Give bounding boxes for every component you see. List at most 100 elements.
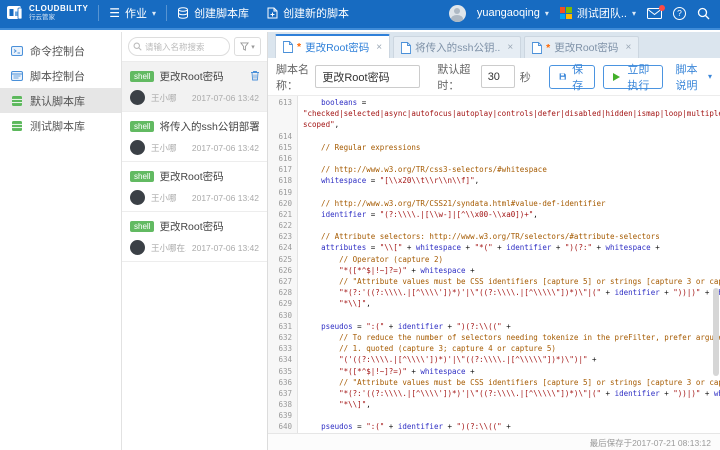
top-navbar: CLOUDBILITY 行云管家 ☰ 作业 ▾ 创建脚本库 创建新的脚本 yua… xyxy=(0,0,720,30)
create-script-button[interactable]: 创建新的脚本 xyxy=(267,5,349,21)
terminal-icon xyxy=(11,45,23,57)
user-menu[interactable]: yuangaoqing ▾ xyxy=(477,7,549,19)
modified-time: 2017-07-06 13:42 xyxy=(192,143,259,153)
script-title: 更改Root密码 xyxy=(159,69,223,84)
run-label: 立即执行 xyxy=(624,61,652,93)
author-name: 王小哪在.. xyxy=(151,242,186,254)
close-icon[interactable]: × xyxy=(625,42,631,53)
code-line: attributes = "\\[" + whitespace + "*(" +… xyxy=(303,242,720,253)
editor-scrollbar[interactable] xyxy=(713,288,719,376)
line-number: 621 xyxy=(268,209,292,220)
line-number: 639 xyxy=(268,410,292,421)
sidebar-item-default-library[interactable]: 默认脚本库 xyxy=(0,88,121,113)
code-line xyxy=(303,131,720,142)
code-line xyxy=(303,220,720,231)
script-type-badge: shell xyxy=(130,121,154,132)
team-switcher[interactable]: 测试团队.. ▾ xyxy=(560,5,636,21)
tab-label: 更改Root密码 xyxy=(305,40,369,55)
code-line: scoped", xyxy=(303,119,720,130)
modified-time: 2017-07-06 13:42 xyxy=(192,243,259,253)
messages-button[interactable] xyxy=(647,8,662,19)
code-line: "checked|selected|async|autofocus|autopl… xyxy=(303,108,720,119)
script-list-panel: ▾ shell更改Root密码王小哪2017-07-06 13:42shell将… xyxy=(122,32,268,450)
code-line xyxy=(303,187,720,198)
script-list-item[interactable]: shell更改Root密码王小哪2017-07-06 13:42 xyxy=(122,62,267,112)
code-line: identifier = "(?:\\\\.|[\\w-]|[^\\x00-\\… xyxy=(303,209,720,220)
search-icon[interactable] xyxy=(697,7,710,20)
close-icon[interactable]: × xyxy=(507,42,513,53)
create-script-label: 创建新的脚本 xyxy=(283,5,349,21)
code-line: // http://www.w3.org/TR/css3-selectors/#… xyxy=(303,164,720,175)
script-meta: 王小哪2017-07-06 13:42 xyxy=(130,190,259,205)
code-line: "('((?:\\\\.|[^\\\\'])*)'|\"((?:\\\\.|[^… xyxy=(303,354,720,365)
sidebar-item-test-library[interactable]: 测试脚本库 xyxy=(0,113,121,138)
notification-badge xyxy=(659,5,665,11)
tab-2[interactable]: * 更改Root密码 × xyxy=(524,36,639,58)
code-line: // Operator (capture 2) xyxy=(303,254,720,265)
script-list-item[interactable]: shell更改Root密码王小哪2017-07-06 13:42 xyxy=(122,162,267,212)
script-name-input[interactable] xyxy=(315,65,420,88)
brand-name: CLOUDBILITY xyxy=(29,5,88,13)
script-title: 更改Root密码 xyxy=(159,219,223,234)
script-description-link[interactable]: 脚本说明 ▾ xyxy=(676,61,713,93)
caret-down-icon: ▾ xyxy=(251,43,255,51)
tab-label: 更改Root密码 xyxy=(554,40,618,55)
code-line: whitespace = "[\\x20\\t\\r\\n\\f]", xyxy=(303,175,720,186)
timeout-unit: 秒 xyxy=(520,69,531,85)
close-icon[interactable]: × xyxy=(376,42,382,53)
modified-time: 2017-07-06 13:42 xyxy=(192,93,259,103)
help-icon[interactable]: ? xyxy=(673,7,686,20)
username: yuangaoqing xyxy=(477,7,540,19)
brand[interactable]: CLOUDBILITY 行云管家 xyxy=(6,4,88,22)
sidebar-item-command-console[interactable]: 命令控制台 xyxy=(0,38,121,63)
tab-0[interactable]: *更改Root密码× xyxy=(275,34,390,58)
script-type-badge: shell xyxy=(130,221,154,232)
code-line: // Attribute selectors: http://www.w3.or… xyxy=(303,231,720,242)
code-line: "*([*^$|!~]?=)" + whitespace + xyxy=(303,366,720,377)
script-list-item[interactable]: shell将传入的ssh公钥部署从指..王小哪2017-07-06 13:42 xyxy=(122,112,267,162)
tab-1[interactable]: 将传入的ssh公钥..× xyxy=(393,36,521,58)
run-button[interactable]: 立即执行 xyxy=(603,65,662,89)
author-name: 王小哪 xyxy=(151,192,177,204)
search-input[interactable] xyxy=(128,37,230,56)
timeout-input[interactable] xyxy=(481,65,515,88)
sidebar-item-script-console[interactable]: 脚本控制台 xyxy=(0,63,121,88)
line-number: 626 xyxy=(268,265,292,276)
code-editor[interactable]: 6136146156166176186196206216226236246256… xyxy=(268,96,720,433)
file-icon xyxy=(283,41,293,53)
code-line: // To reduce the number of selectors nee… xyxy=(303,332,720,343)
divider xyxy=(166,5,167,21)
line-number: 630 xyxy=(268,310,292,321)
line-number: 620 xyxy=(268,198,292,209)
menu-jobs[interactable]: ☰ 作业 ▾ xyxy=(109,5,156,21)
line-number: 633 xyxy=(268,343,292,354)
script-list: shell更改Root密码王小哪2017-07-06 13:42shell将传入… xyxy=(122,62,267,262)
code-area[interactable]: booleans ="checked|selected|async|autofo… xyxy=(298,96,720,433)
create-library-button[interactable]: 创建脚本库 xyxy=(177,5,249,21)
sidebar-item-label: 脚本控制台 xyxy=(30,68,85,84)
line-number: 629 xyxy=(268,298,292,309)
script-meta: 王小哪在.. 2017-07-06 13:42 xyxy=(130,240,259,255)
main-panel: *更改Root密码×将传入的ssh公钥..×*更改Root密码× 脚本名称： 默… xyxy=(268,32,720,450)
code-line: "*\\]", xyxy=(303,399,720,410)
author-name: 王小哪 xyxy=(151,92,177,104)
line-number: 634 xyxy=(268,354,292,365)
author-name: 王小哪 xyxy=(151,142,177,154)
script-type-badge: shell xyxy=(130,171,154,182)
save-button[interactable]: 保存 xyxy=(549,65,595,89)
code-line: // "Attribute values must be CSS identif… xyxy=(303,276,720,287)
unsaved-indicator: * xyxy=(546,42,550,54)
brand-subtitle: 行云管家 xyxy=(29,15,88,22)
user-avatar[interactable] xyxy=(449,5,466,22)
line-number: 638 xyxy=(268,399,292,410)
line-number: 616 xyxy=(268,153,292,164)
code-line: booleans = xyxy=(303,97,720,108)
new-script-icon xyxy=(267,7,278,19)
line-number xyxy=(268,119,292,130)
trash-icon[interactable] xyxy=(250,70,260,81)
script-list-item[interactable]: shell 更改Root密码王小哪在.. 2017-07-06 13:42 xyxy=(122,212,267,262)
menu-jobs-label: 作业 xyxy=(125,5,147,21)
author-avatar xyxy=(130,190,145,205)
filter-button[interactable]: ▾ xyxy=(234,37,261,56)
line-number: 622 xyxy=(268,220,292,231)
